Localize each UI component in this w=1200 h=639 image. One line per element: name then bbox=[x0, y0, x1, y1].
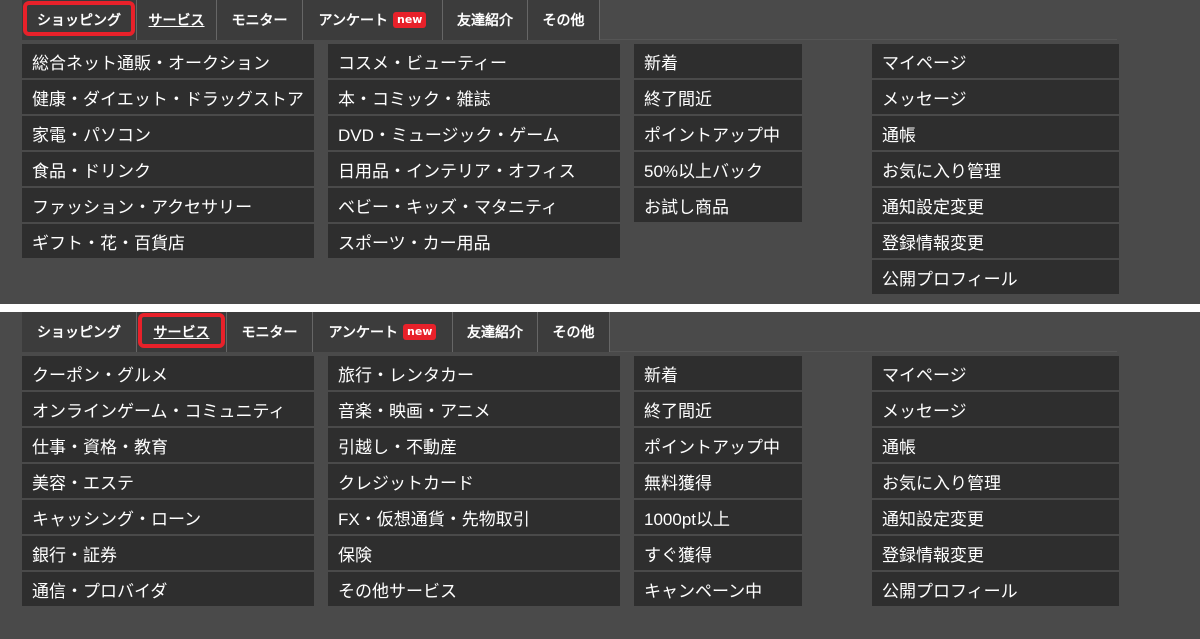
menu-item[interactable]: ポイントアップ中 bbox=[634, 116, 802, 150]
panel-divider bbox=[0, 304, 1200, 312]
shopping-menu-panel: ショッピング サービス モニター アンケート new 友達紹介 その他 総合ネット… bbox=[0, 0, 1200, 304]
category-column-1: 総合ネット通販・オークション 健康・ダイエット・ドラッグストア 家電・パソコン … bbox=[22, 44, 314, 258]
account-column: マイページ メッセージ 通帳 お気に入り管理 通知設定変更 登録情報変更 公開プ… bbox=[872, 356, 1119, 606]
menu-item[interactable]: すぐ獲得 bbox=[634, 536, 802, 570]
tab-other[interactable]: その他 bbox=[528, 0, 600, 40]
menu-item[interactable]: 通知設定変更 bbox=[872, 188, 1119, 222]
menu-item[interactable]: 登録情報変更 bbox=[872, 224, 1119, 258]
menu-item[interactable]: 本・コミック・雑誌 bbox=[328, 80, 620, 114]
tab-bar: ショッピング サービス モニター アンケート new 友達紹介 その他 bbox=[22, 312, 610, 352]
category-column-2: コスメ・ビューティー 本・コミック・雑誌 DVD・ミュージック・ゲーム 日用品・… bbox=[328, 44, 620, 258]
menu-item[interactable]: クレジットカード bbox=[328, 464, 620, 498]
menu-item[interactable]: 仕事・資格・教育 bbox=[22, 428, 314, 462]
menu-item[interactable]: オンラインゲーム・コミュニティ bbox=[22, 392, 314, 426]
menu-item[interactable]: キャンペーン中 bbox=[634, 572, 802, 606]
tab-shopping[interactable]: ショッピング bbox=[22, 312, 137, 352]
menu-item[interactable]: 日用品・インテリア・オフィス bbox=[328, 152, 620, 186]
tab-bar-line bbox=[600, 312, 1117, 352]
menu-item[interactable]: 総合ネット通販・オークション bbox=[22, 44, 314, 78]
menu-item[interactable]: クーポン・グルメ bbox=[22, 356, 314, 390]
menu-item[interactable]: 音楽・映画・アニメ bbox=[328, 392, 620, 426]
menu-item[interactable]: 家電・パソコン bbox=[22, 116, 314, 150]
menu-item[interactable]: マイページ bbox=[872, 356, 1119, 390]
service-menu-panel: ショッピング サービス モニター アンケート new 友達紹介 その他 クーポン・… bbox=[0, 312, 1200, 639]
menu-item[interactable]: 登録情報変更 bbox=[872, 536, 1119, 570]
menu-item[interactable]: 旅行・レンタカー bbox=[328, 356, 620, 390]
menu-item[interactable]: DVD・ミュージック・ゲーム bbox=[328, 116, 620, 150]
menu-item[interactable]: マイページ bbox=[872, 44, 1119, 78]
tab-bar: ショッピング サービス モニター アンケート new 友達紹介 その他 bbox=[22, 0, 600, 40]
menu-item[interactable]: 銀行・証券 bbox=[22, 536, 314, 570]
tab-shopping[interactable]: ショッピング bbox=[22, 0, 137, 40]
menu-item[interactable]: 健康・ダイエット・ドラッグストア bbox=[22, 80, 314, 114]
menu-item[interactable]: 新着 bbox=[634, 44, 802, 78]
filter-column: 新着 終了間近 ポイントアップ中 無料獲得 1000pt以上 すぐ獲得 キャンペ… bbox=[634, 356, 802, 606]
menu-item[interactable]: 無料獲得 bbox=[634, 464, 802, 498]
tab-other[interactable]: その他 bbox=[538, 312, 610, 352]
menu-item[interactable]: 公開プロフィール bbox=[872, 260, 1119, 294]
menu-item[interactable]: 50%以上バック bbox=[634, 152, 802, 186]
menu-item[interactable]: ファッション・アクセサリー bbox=[22, 188, 314, 222]
menu-item[interactable]: 通信・プロバイダ bbox=[22, 572, 314, 606]
menu-item[interactable]: 通帳 bbox=[872, 116, 1119, 150]
tab-referral[interactable]: 友達紹介 bbox=[443, 0, 528, 40]
tab-survey[interactable]: アンケート new bbox=[313, 312, 453, 352]
menu-item[interactable]: メッセージ bbox=[872, 80, 1119, 114]
menu-item[interactable]: 食品・ドリンク bbox=[22, 152, 314, 186]
tab-service[interactable]: サービス bbox=[137, 0, 217, 40]
category-column-2: 旅行・レンタカー 音楽・映画・アニメ 引越し・不動産 クレジットカード FX・仮… bbox=[328, 356, 620, 606]
menu-item[interactable]: 引越し・不動産 bbox=[328, 428, 620, 462]
menu-item[interactable]: スポーツ・カー用品 bbox=[328, 224, 620, 258]
menu-item[interactable]: メッセージ bbox=[872, 392, 1119, 426]
new-badge: new bbox=[402, 324, 437, 340]
menu-item[interactable]: 終了間近 bbox=[634, 392, 802, 426]
menu-item[interactable]: キャッシング・ローン bbox=[22, 500, 314, 534]
tab-survey[interactable]: アンケート new bbox=[303, 0, 443, 40]
tab-service[interactable]: サービス bbox=[137, 312, 227, 352]
menu-item[interactable]: 保険 bbox=[328, 536, 620, 570]
menu-item[interactable]: ベビー・キッズ・マタニティ bbox=[328, 188, 620, 222]
menu-item[interactable]: 通帳 bbox=[872, 428, 1119, 462]
menu-item[interactable]: 新着 bbox=[634, 356, 802, 390]
menu-item[interactable]: ギフト・花・百貨店 bbox=[22, 224, 314, 258]
account-column: マイページ メッセージ 通帳 お気に入り管理 通知設定変更 登録情報変更 公開プ… bbox=[872, 44, 1119, 294]
menu-item[interactable]: FX・仮想通貨・先物取引 bbox=[328, 500, 620, 534]
menu-item[interactable]: 終了間近 bbox=[634, 80, 802, 114]
menu-item[interactable]: お気に入り管理 bbox=[872, 464, 1119, 498]
tab-referral[interactable]: 友達紹介 bbox=[453, 312, 538, 352]
menu-item[interactable]: お気に入り管理 bbox=[872, 152, 1119, 186]
menu-item[interactable]: 1000pt以上 bbox=[634, 500, 802, 534]
menu-item[interactable]: お試し商品 bbox=[634, 188, 802, 222]
menu-item[interactable]: 美容・エステ bbox=[22, 464, 314, 498]
category-column-1: クーポン・グルメ オンラインゲーム・コミュニティ 仕事・資格・教育 美容・エステ… bbox=[22, 356, 314, 606]
tab-monitor[interactable]: モニター bbox=[227, 312, 313, 352]
menu-item[interactable]: コスメ・ビューティー bbox=[328, 44, 620, 78]
menu-item[interactable]: その他サービス bbox=[328, 572, 620, 606]
new-badge: new bbox=[392, 12, 427, 28]
menu-item[interactable]: 公開プロフィール bbox=[872, 572, 1119, 606]
menu-item[interactable]: 通知設定変更 bbox=[872, 500, 1119, 534]
filter-column: 新着 終了間近 ポイントアップ中 50%以上バック お試し商品 bbox=[634, 44, 802, 222]
tab-bar-line bbox=[600, 0, 1117, 40]
tab-monitor[interactable]: モニター bbox=[217, 0, 303, 40]
menu-item[interactable]: ポイントアップ中 bbox=[634, 428, 802, 462]
